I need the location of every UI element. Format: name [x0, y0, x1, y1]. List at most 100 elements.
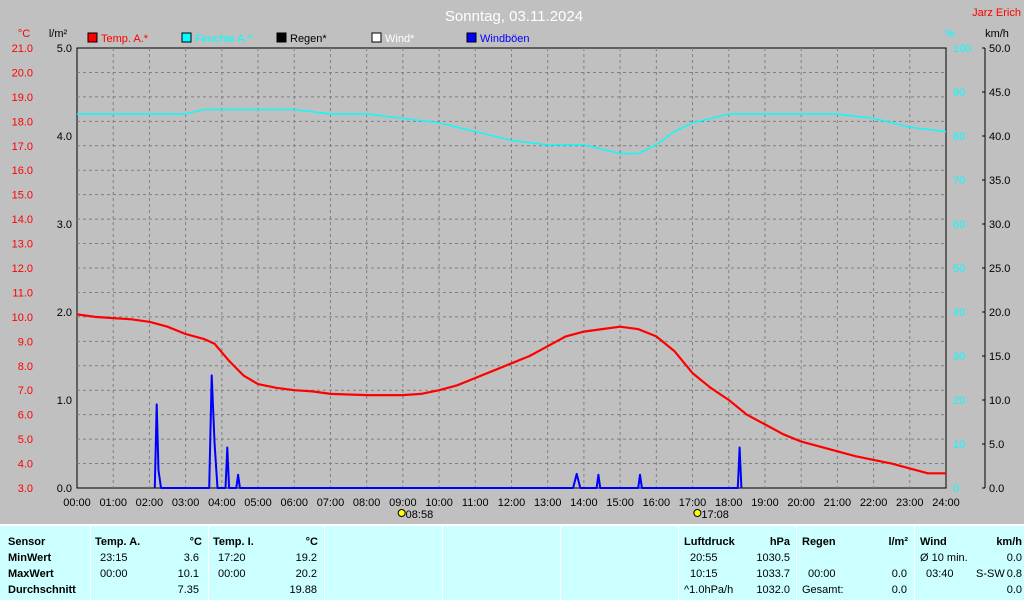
humidity-tick-label: 10: [953, 439, 965, 451]
table-divider: [442, 526, 443, 600]
temp-tick-label: 3.0: [18, 483, 33, 495]
temp-a-max-time: 00:00: [100, 568, 128, 580]
wind-tick-label: 45.0: [989, 87, 1010, 99]
pressure-unit: hPa: [769, 536, 790, 548]
wind-tick-label: 25.0: [989, 263, 1010, 275]
temp-i-max: 20.2: [295, 568, 317, 580]
x-tick-label: 01:00: [99, 497, 127, 509]
weather-chart: Sonntag, 03.11.2024 Jarz Erich 21.0 20.0 1…: [12, 7, 1021, 521]
pressure-min-time: 20:55: [690, 552, 718, 564]
rain-total-label: Gesamt:: [802, 584, 844, 596]
station-name: Jarz Erich: [972, 7, 1021, 19]
x-tick-label: 14:00: [570, 497, 598, 509]
temp-tick-label: 16.0: [12, 165, 33, 177]
x-tick-label: 00:00: [63, 497, 91, 509]
x-tick-label: 17:00: [679, 497, 707, 509]
pressure-avg: 1032.0: [756, 584, 790, 596]
x-tick-label: 12:00: [498, 497, 526, 509]
temp-a-header: Temp. A.: [95, 536, 141, 548]
legend-swatch: [181, 32, 192, 43]
x-tick-label: 22:00: [860, 497, 888, 509]
x-tick-label: 15:00: [606, 497, 634, 509]
wind-extra: 0.0: [1006, 584, 1022, 596]
humidity-tick-label: 70: [953, 175, 965, 187]
sunrise-icon: [397, 509, 406, 517]
x-tick-label: 18:00: [715, 497, 743, 509]
rain-max: 0.0: [891, 568, 907, 580]
x-tick-label: 09:00: [389, 497, 417, 509]
x-tick-label: 06:00: [280, 497, 308, 509]
wind-avg: 0.0: [1006, 552, 1022, 564]
table-divider: [914, 526, 915, 600]
wind-tick-label: 0.0: [989, 483, 1004, 495]
rain-tick-label: 0.0: [57, 483, 72, 495]
wind-tick-label: 20.0: [989, 307, 1010, 319]
temp-tick-label: 15.0: [12, 190, 33, 202]
row-label-max: MaxWert: [8, 568, 54, 580]
stats-table: Sensor MinWert MaxWert Durchschnitt Temp…: [0, 526, 1024, 600]
temp-axis-unit: °C: [18, 28, 30, 40]
rain-max-time: 00:00: [808, 568, 836, 580]
rain-unit: l/m²: [888, 536, 908, 548]
temp-tick-label: 18.0: [12, 116, 33, 128]
table-divider: [208, 526, 209, 600]
x-tick-label: 08:00: [353, 497, 381, 509]
row-label-min: MinWert: [8, 552, 52, 564]
temp-i-min-time: 17:20: [218, 552, 246, 564]
x-tick-label: 24:00: [932, 497, 960, 509]
sunset-icon: [693, 509, 702, 517]
temp-tick-label: 20.0: [12, 67, 33, 79]
humidity-tick-label: 0: [953, 483, 959, 495]
chart-area: Sonntag, 03.11.2024 Jarz Erich 21.0 20.0 1…: [0, 0, 1024, 524]
sunset-label: 17:08: [701, 509, 729, 521]
rain-axis-unit: l/m²: [49, 28, 68, 40]
rain-tick-label: 4.0: [57, 131, 72, 143]
wind-tick-label: 5.0: [989, 439, 1004, 451]
humidity-tick-label: 80: [953, 131, 965, 143]
temp-tick-label: 7.0: [18, 385, 33, 397]
wind-tick-label: 50.0: [989, 43, 1010, 55]
temp-i-avg: 19.88: [289, 584, 317, 596]
temp-tick-label: 9.0: [18, 336, 33, 348]
temp-tick-label: 19.0: [12, 92, 33, 104]
temp-a-min-time: 23:15: [100, 552, 128, 564]
pressure-trend: ^1.0hPa/h: [684, 584, 734, 596]
legend-swatch: [87, 32, 98, 43]
legend-label: Regen*: [290, 33, 327, 45]
x-tick-label: 07:00: [317, 497, 345, 509]
wind-unit: km/h: [996, 536, 1022, 548]
humidity-axis-unit: %: [945, 28, 955, 40]
rain-tick-label: 1.0: [57, 395, 72, 407]
temp-i-min: 19.2: [295, 552, 317, 564]
humidity-tick-label: 100: [953, 43, 971, 55]
rain-tick-label: 3.0: [57, 219, 72, 231]
humidity-tick-label: 20: [953, 395, 965, 407]
humidity-tick-label: 60: [953, 219, 965, 231]
temp-tick-label: 11.0: [12, 287, 33, 299]
legend-label: Feuchte A.*: [195, 33, 253, 45]
temp-a-unit: °C: [189, 536, 202, 548]
wind-tick-label: 15.0: [989, 351, 1010, 363]
wind-axis-unit: km/h: [985, 28, 1009, 40]
x-tick-label: 03:00: [172, 497, 200, 509]
legend-swatch: [371, 32, 382, 43]
x-tick-label: 02:00: [136, 497, 164, 509]
legend-swatch: [466, 32, 477, 43]
pressure-min: 1030.5: [756, 552, 790, 564]
x-tick-label: 19:00: [751, 497, 779, 509]
x-tick-label: 10:00: [425, 497, 453, 509]
legend-swatch: [276, 32, 287, 43]
x-tick-label: 04:00: [208, 497, 236, 509]
humidity-tick-label: 50: [953, 263, 965, 275]
temp-tick-label: 14.0: [12, 214, 33, 226]
wind-tick-label: 10.0: [989, 395, 1010, 407]
pressure-max: 1033.7: [756, 568, 790, 580]
wind-header: Wind: [920, 536, 947, 548]
temp-tick-label: 8.0: [18, 361, 33, 373]
x-tick-label: 21:00: [824, 497, 852, 509]
rain-total: 0.0: [891, 584, 907, 596]
x-tick-label: 23:00: [896, 497, 924, 509]
chart-title: Sonntag, 03.11.2024: [445, 8, 583, 25]
legend-label: Windböen: [480, 33, 530, 45]
table-divider: [560, 526, 561, 600]
